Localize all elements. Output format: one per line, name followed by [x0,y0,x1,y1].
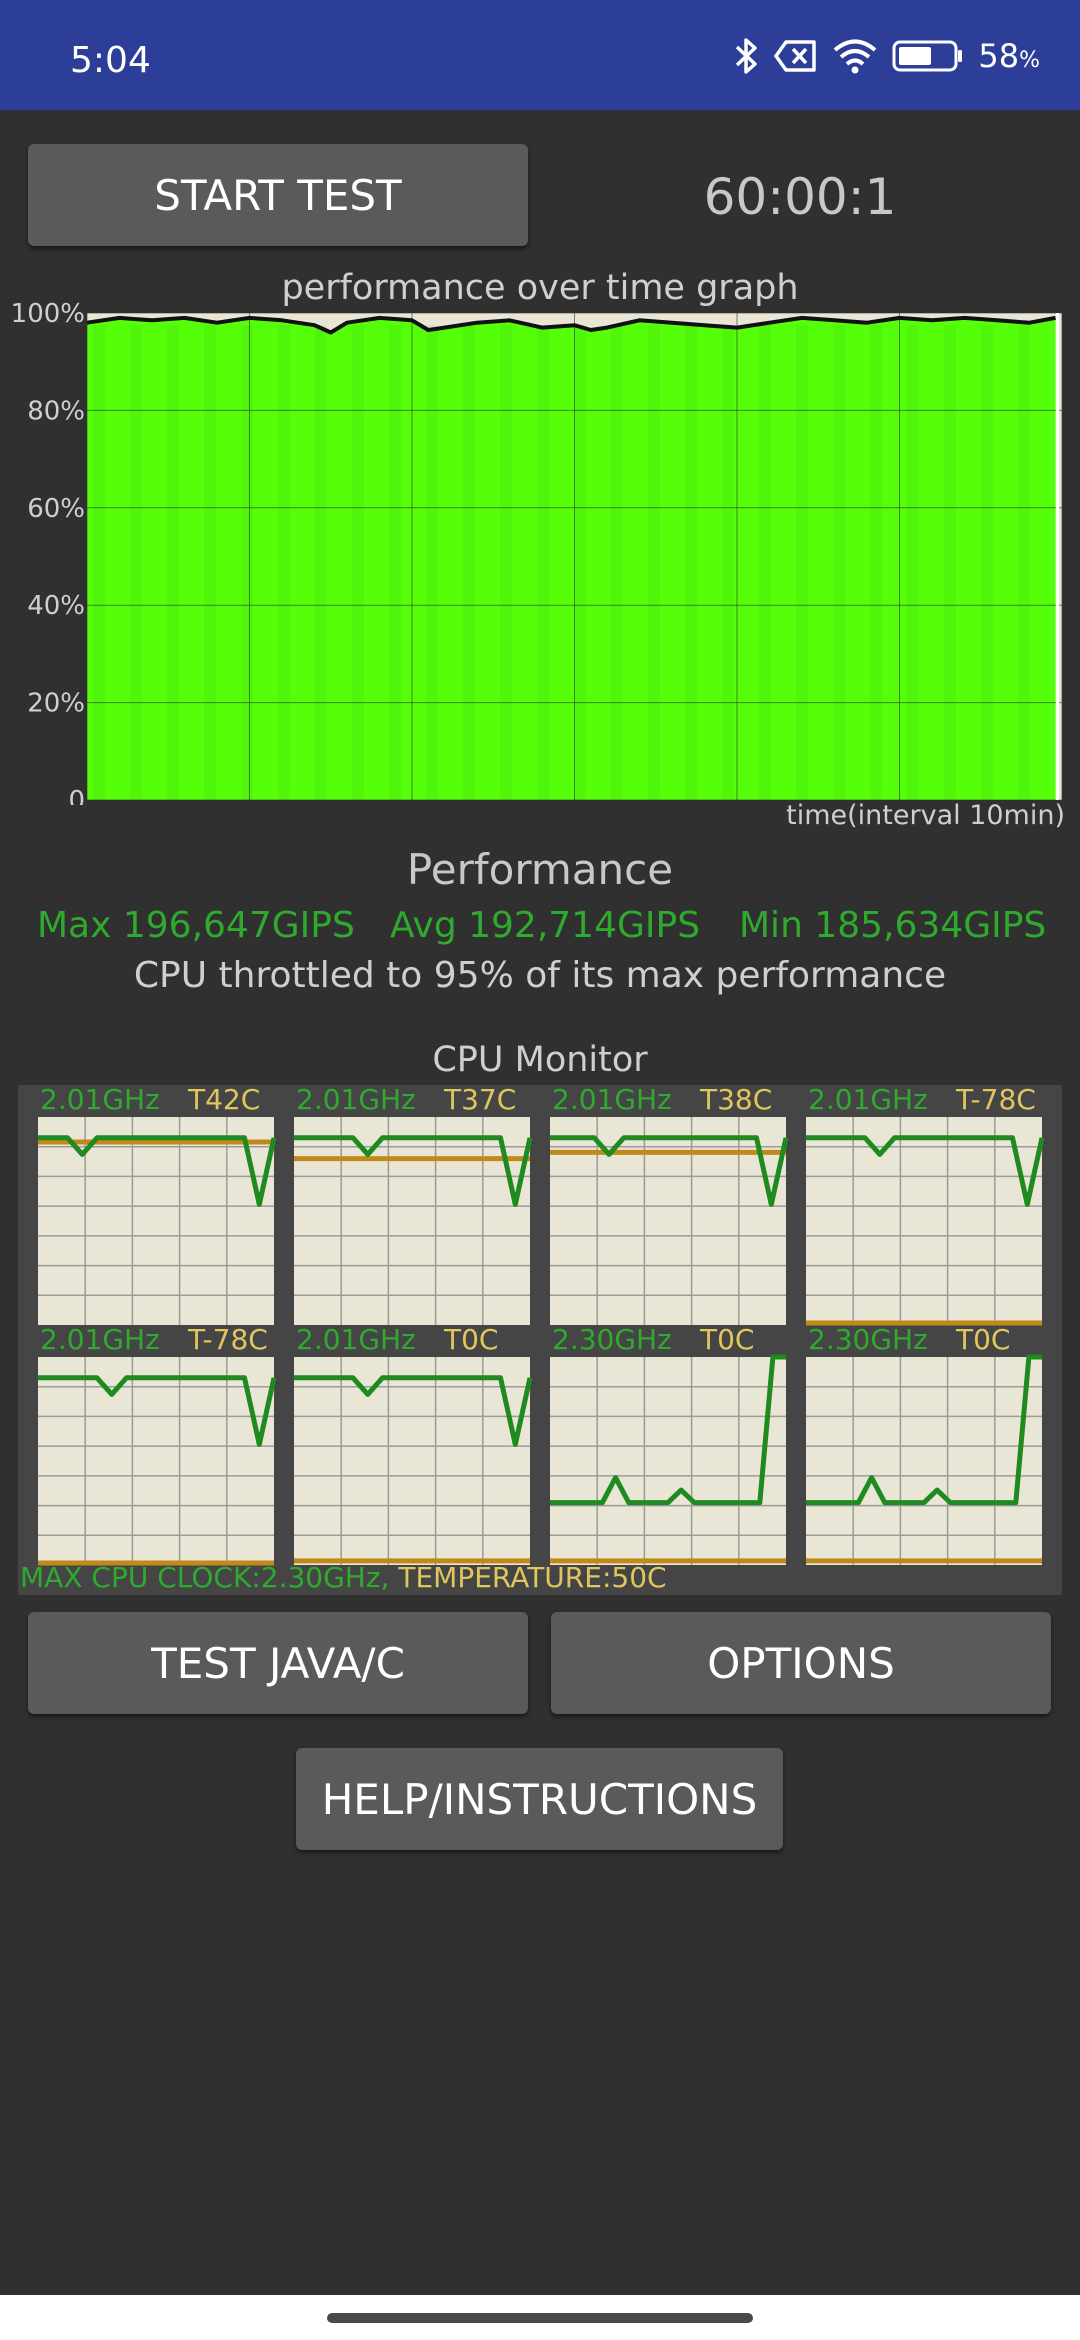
max-cpu-clock: MAX CPU CLOCK:2.30GHz, [20,1561,390,1594]
no-sim-icon [774,40,817,72]
cpu-core-graph [806,1117,1045,1326]
graph-shading-stripe [574,325,586,800]
cpu-core-frequency: 2.01GHz [296,1323,416,1356]
test-java-c-button[interactable]: TEST JAVA/C [28,1612,528,1714]
graph-shading-stripe [167,325,179,800]
cpu-core-frequency: 2.01GHz [808,1083,928,1116]
cpu-core-frequency: 2.30GHz [808,1323,928,1356]
cpu-core-graph [38,1357,277,1566]
max-performance: Max 196,647GIPS [37,905,355,946]
cpu-core-frequency: 2.01GHz [40,1083,160,1116]
cpu-core-plot-area [550,1117,786,1325]
cpu-core-temperature: T0C [956,1323,1011,1356]
options-button[interactable]: OPTIONS [551,1612,1051,1714]
throttle-status: CPU throttled to 95% of its max performa… [133,955,947,996]
status-icons: 58% [734,36,1040,76]
graph-shading-stripe [130,325,142,800]
graph-shading-stripe [648,325,660,800]
cpu-core-temperature: T38C [700,1083,773,1116]
bluetooth-icon [736,38,758,74]
graph-shading-stripe [463,325,475,800]
cpu-core-temperature: T-78C [188,1323,268,1356]
cpu-core-frequency: 2.01GHz [296,1083,416,1116]
graph-shading-stripe [833,325,845,800]
graph-shading-stripe [796,325,808,800]
graph-shading-stripe [315,325,327,800]
home-gesture-handle[interactable] [327,2313,753,2323]
cpu-core-graph [550,1354,786,1565]
graph-shading-stripe [500,325,512,800]
cpu-core-temperature: T0C [700,1323,755,1356]
cpu-core-plot-area [38,1117,274,1325]
cpu-temperature: TEMPERATURE:50C [398,1561,667,1594]
graph-shading-stripe [1018,325,1030,800]
graph-y-tick-label: 100% [11,299,85,329]
graph-shading-stripe [981,325,993,800]
cpu-core-plot-area [806,1357,1042,1565]
graph-shading-stripe [278,325,290,800]
cpu-monitor-panel: 2.01GHz T42C 2.01GHz T37C 2.01GHz T38C 2.01GHz… [18,1083,1062,1595]
graph-x-axis-label: time(interval 10min) [786,800,1065,831]
cpu-core-graph [806,1354,1042,1565]
graph-shading-stripe [426,325,438,800]
min-performance: Min 185,634GIPS [739,905,1047,946]
cpu-core-temperature: T0C [444,1323,499,1356]
graph-shading-stripe [611,325,623,800]
battery-icon [892,40,963,72]
graph-shading-stripe [204,325,216,800]
cpu-core-graph [294,1357,533,1565]
start-test-button[interactable]: START TEST [28,144,528,246]
graph-shading-stripe [685,325,697,800]
graph-shading-stripe [241,325,253,800]
wifi-icon [834,39,877,74]
graph-y-tick-label: 40% [27,591,85,621]
cpu-core-graph [550,1117,789,1325]
cpu-core-frequency: 2.01GHz [40,1323,160,1356]
graph-shading-stripe [944,325,956,800]
test-timer: 60:00:1 [703,168,897,226]
graph-y-tick-label: 60% [27,494,85,524]
battery-percent: 58% [978,37,1040,75]
graph-shading-stripe [389,325,401,800]
cpu-core-plot-area [38,1357,274,1565]
cpu-core-plot-area [294,1357,530,1565]
cpu-monitor-footer: MAX CPU CLOCK:2.30GHz, TEMPERATURE:50C [20,1561,667,1594]
cpu-core-temperature: T-78C [956,1083,1036,1116]
cpu-core-frequency: 2.30GHz [552,1323,672,1356]
cpu-core-plot-area [294,1117,530,1325]
graph-shading-stripe [870,325,882,800]
cpu-monitor-title: CPU Monitor [432,1040,648,1080]
graph-y-tick-label: 20% [27,689,85,719]
graph-shading-stripe [93,325,105,800]
performance-title: Performance [406,845,674,894]
graph-shading-stripe [352,325,364,800]
graph-shading-stripe [907,325,919,800]
status-bar: 5:04 58% [0,0,1080,110]
cpu-core-plot-area [806,1117,1042,1325]
graph-y-tick-label: 80% [27,396,85,426]
cpu-core-temperature: T37C [444,1083,517,1116]
cpu-core-frequency: 2.01GHz [552,1083,672,1116]
cpu-core-graph [38,1117,277,1325]
performance-graph: 100% 80% 60% 40% 20% 0 [11,299,1063,805]
status-time: 5:04 [70,40,151,81]
avg-performance: Avg 192,714GIPS [390,905,701,946]
cpu-core-graph [294,1117,533,1325]
graph-shading-stripe [722,325,734,800]
cpu-core-temperature: T42C [188,1083,261,1116]
help-instructions-button[interactable]: HELP/INSTRUCTIONS [296,1748,783,1850]
navigation-bar [0,2295,1080,2340]
graph-y-tick-label: 0 [68,786,85,805]
graph-shading-stripe [537,325,549,800]
cpu-core-plot-area [550,1357,786,1565]
graph-shading-stripe [759,325,771,800]
